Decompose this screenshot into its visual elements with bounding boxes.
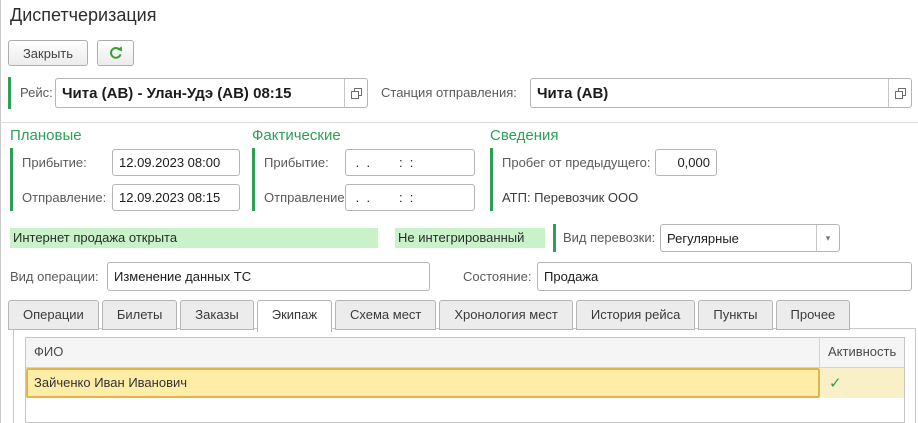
transport-kind-dropdown-button[interactable]: ▾ bbox=[816, 225, 839, 251]
crew-activity-cell[interactable]: ✓ bbox=[820, 368, 904, 398]
crew-fio-cell[interactable]: Зайченко Иван Иванович bbox=[26, 368, 820, 398]
transport-kind-value: Регулярные bbox=[661, 225, 816, 251]
table-row[interactable]: Зайченко Иван Иванович ✓ bbox=[26, 368, 904, 398]
planned-departure-label: Отправление: bbox=[22, 184, 106, 211]
column-header-fio[interactable]: ФИО bbox=[26, 338, 820, 367]
open-field-icon bbox=[895, 88, 906, 99]
actual-departure-field[interactable]: . . : : bbox=[345, 184, 475, 211]
state-value: Продажа bbox=[538, 263, 911, 290]
crew-table: ФИО Активность Зайченко Иван Иванович ✓ bbox=[25, 337, 905, 423]
tab-tickets[interactable]: Билеты bbox=[102, 300, 177, 330]
refresh-icon bbox=[108, 45, 124, 61]
mileage-field[interactable]: 0,000 bbox=[655, 149, 717, 176]
planned-arrival-value: 12.09.2023 08:00 bbox=[113, 150, 239, 175]
page-title: Диспетчеризация bbox=[10, 5, 156, 26]
operation-kind-value: Изменение данных ТС bbox=[108, 263, 429, 290]
column-header-activity[interactable]: Активность bbox=[820, 338, 904, 367]
internet-sale-status: Интернет продажа открыта bbox=[10, 228, 378, 248]
tab-operations[interactable]: Операции bbox=[8, 300, 99, 330]
refresh-button[interactable] bbox=[97, 40, 134, 66]
window-left-border bbox=[0, 0, 1, 423]
open-field-icon bbox=[351, 88, 362, 99]
planned-arrival-label: Прибытие: bbox=[22, 149, 87, 176]
actual-group-bar bbox=[252, 148, 255, 211]
flight-label: Рейс: bbox=[20, 78, 53, 108]
planned-departure-value: 12.09.2023 08:15 bbox=[113, 185, 239, 210]
flight-field[interactable]: Чита (АВ) - Улан-Удэ (АВ) 08:15 bbox=[55, 78, 368, 108]
close-button[interactable]: Закрыть bbox=[8, 40, 88, 66]
chevron-down-icon: ▾ bbox=[826, 233, 831, 244]
actual-arrival-field[interactable]: . . : : bbox=[345, 149, 475, 176]
operation-kind-label: Вид операции: bbox=[10, 262, 99, 291]
transport-kind-select[interactable]: Регулярные ▾ bbox=[660, 224, 840, 252]
actual-arrival-label: Прибытие: bbox=[264, 149, 329, 176]
tab-seat-chronology[interactable]: Хронология мест bbox=[439, 300, 573, 330]
mileage-value: 0,000 bbox=[656, 150, 716, 175]
planned-section-title: Плановые bbox=[10, 127, 82, 144]
operation-kind-field[interactable]: Изменение данных ТС bbox=[107, 262, 430, 291]
actual-departure-placeholder: . . : : bbox=[346, 185, 474, 210]
station-value: Чита (АВ) bbox=[531, 79, 888, 107]
atp-text: АТП: Перевозчик ООО bbox=[502, 184, 638, 211]
station-field[interactable]: Чита (АВ) bbox=[530, 78, 912, 108]
station-label: Станция отправления: bbox=[381, 78, 517, 108]
station-open-button[interactable] bbox=[888, 79, 911, 107]
planned-departure-field[interactable]: 12.09.2023 08:15 bbox=[112, 184, 240, 211]
mileage-label: Пробег от предыдущего: bbox=[502, 149, 651, 176]
tab-crew[interactable]: Экипаж bbox=[257, 300, 332, 332]
state-field[interactable]: Продажа bbox=[537, 262, 912, 291]
tab-points[interactable]: Пункты bbox=[698, 300, 772, 330]
transport-group-bar bbox=[553, 224, 556, 252]
info-group-bar bbox=[490, 148, 493, 211]
actual-departure-label: Отправление: bbox=[264, 184, 348, 211]
tab-content-panel: ФИО Активность Зайченко Иван Иванович ✓ bbox=[13, 328, 916, 423]
tab-other[interactable]: Прочее bbox=[776, 300, 851, 330]
state-label: Состояние: bbox=[463, 262, 531, 291]
flight-open-button[interactable] bbox=[344, 79, 367, 107]
transport-kind-label: Вид перевозки: bbox=[563, 224, 655, 252]
check-icon: ✓ bbox=[829, 376, 842, 391]
separator bbox=[0, 122, 918, 123]
tab-bar: Операции Билеты Заказы Экипаж Схема мест… bbox=[8, 300, 853, 332]
actual-arrival-placeholder: . . : : bbox=[346, 150, 474, 175]
tab-orders[interactable]: Заказы bbox=[180, 300, 253, 330]
info-section-title: Сведения bbox=[490, 127, 559, 144]
actual-section-title: Фактические bbox=[252, 127, 341, 144]
planned-arrival-field[interactable]: 12.09.2023 08:00 bbox=[112, 149, 240, 176]
flight-group-bar bbox=[8, 77, 11, 109]
flight-value: Чита (АВ) - Улан-Удэ (АВ) 08:15 bbox=[56, 79, 344, 107]
crew-table-header: ФИО Активность bbox=[26, 338, 904, 368]
tab-seat-map[interactable]: Схема мест bbox=[335, 300, 436, 330]
tab-flight-history[interactable]: История рейса bbox=[576, 300, 695, 330]
integration-status: Не интегрированный bbox=[395, 228, 545, 248]
planned-group-bar bbox=[10, 148, 13, 211]
